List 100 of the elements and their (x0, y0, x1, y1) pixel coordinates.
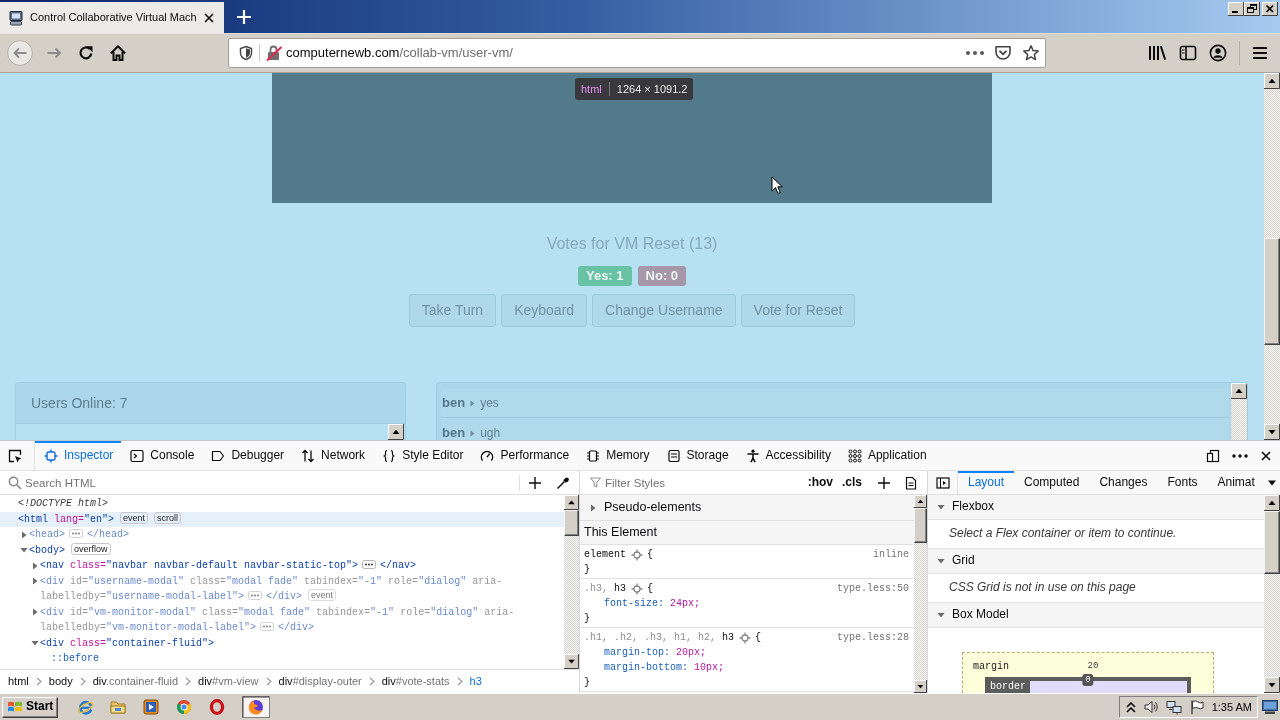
search-html-field[interactable]: Search HTML (22, 472, 515, 493)
css-value[interactable]: 24px; (670, 596, 701, 611)
caret-down-icon[interactable] (937, 503, 945, 511)
devtools-tab[interactable]: Performance (471, 441, 578, 470)
caret-right-icon[interactable] (19, 530, 28, 539)
browser-tab[interactable]: Control Collaborative Virtual Mach (0, 2, 224, 33)
address-bar[interactable]: computernewb.com/collab-vm/user-vm/ (228, 38, 1046, 68)
sidebar-tab[interactable]: Layout (958, 471, 1015, 494)
devtools-tab[interactable]: Console (121, 441, 203, 470)
node-badge[interactable]: overflow (71, 542, 111, 555)
speaker-icon[interactable] (1142, 699, 1159, 715)
node-markup[interactable]: <html lang="en"> (18, 513, 115, 525)
desktop-icon[interactable] (1262, 700, 1278, 714)
e-orbit-icon[interactable] (77, 699, 94, 715)
devtools-tab[interactable]: Accessibility (736, 441, 839, 470)
menu-icon[interactable] (1252, 46, 1268, 60)
document-icon[interactable] (905, 475, 917, 490)
vertical-scrollbar[interactable] (1264, 495, 1280, 693)
margin-top-value[interactable]: 20 (1087, 660, 1099, 673)
flag-icon[interactable] (1188, 699, 1205, 715)
scroll-down-icon[interactable] (1264, 677, 1280, 693)
bookmark-star-icon[interactable] (1022, 44, 1040, 62)
caret-down-icon[interactable] (30, 639, 39, 648)
node-badge[interactable]: event (308, 589, 337, 601)
breadcrumb[interactable]: div#vote-stats (376, 674, 455, 689)
breadcrumb[interactable]: div.container-fluid (87, 674, 184, 689)
more-icon[interactable] (1232, 453, 1248, 458)
folder-icon[interactable] (110, 699, 127, 715)
section-title[interactable]: Flexbox (952, 499, 995, 515)
home-icon[interactable] (109, 44, 127, 62)
rule-source[interactable]: type.less:28 (837, 630, 909, 645)
pseudo-elements-toggle[interactable]: Pseudo-elements (604, 499, 702, 516)
fox-globe-icon[interactable] (242, 696, 271, 718)
caret-right-icon[interactable] (30, 608, 39, 617)
scroll-down-icon[interactable] (914, 680, 927, 693)
rule-source[interactable]: type.less:50 (837, 581, 909, 596)
node-badge[interactable]: scroll (154, 511, 182, 524)
toggle-button[interactable]: :hov (804, 474, 836, 491)
start-button[interactable]: Start (2, 696, 59, 718)
scrollbar-thumb[interactable] (1264, 238, 1280, 345)
css-value[interactable]: 20px; (676, 645, 707, 660)
eyedropper-icon[interactable] (556, 475, 570, 490)
border-top-value[interactable]: 0 (1082, 674, 1094, 686)
scroll-up-icon[interactable] (1264, 495, 1280, 511)
plus-icon[interactable] (528, 475, 542, 490)
caret-right-icon[interactable] (30, 561, 39, 570)
pocket-icon[interactable] (994, 44, 1012, 62)
filter-styles-field[interactable]: Filter Styles (602, 472, 805, 493)
node-markup[interactable]: <div class="container-fluid"> (40, 637, 215, 649)
node-markup[interactable]: <div id="username-modal" class="modal fade" tabindex="-1" role="dialog" aria- (40, 575, 503, 587)
close-icon[interactable] (202, 11, 215, 24)
play-icon[interactable] (143, 699, 160, 715)
sidebar-tab[interactable]: Animat (1207, 471, 1265, 494)
restore-icon[interactable] (1244, 2, 1260, 16)
node-markup[interactable]: <div id="vm-monitor-modal" class="modal fade" tabindex="-1" role="dialog" aria- (40, 606, 515, 618)
vertical-scrollbar[interactable] (564, 495, 579, 669)
more-actions-icon[interactable] (965, 50, 985, 56)
reload-icon[interactable] (77, 44, 95, 62)
ring-icon[interactable] (209, 699, 226, 715)
scroll-down-icon[interactable] (1264, 424, 1280, 440)
element-picker-icon[interactable] (8, 448, 22, 463)
node-markup[interactable]: labelledby="username-modal-label"> (40, 591, 245, 602)
caret-down-icon[interactable] (937, 611, 945, 619)
section-title[interactable]: Box Model (952, 607, 1009, 623)
node-badge[interactable]: event (120, 511, 149, 524)
breadcrumb[interactable]: html (3, 674, 34, 689)
network-icon[interactable] (1165, 699, 1182, 715)
close-icon[interactable] (1262, 2, 1278, 16)
sidebar-tab[interactable]: Computed (1014, 471, 1090, 494)
breadcrumb[interactable]: div#vm-view (193, 674, 264, 689)
devtools-tab[interactable]: Network (292, 441, 374, 470)
sidebar-tab[interactable]: Changes (1089, 471, 1158, 494)
scroll-up-icon[interactable] (1231, 383, 1247, 399)
caret-right-icon[interactable] (589, 503, 597, 512)
dock-side-icon[interactable] (1206, 448, 1220, 463)
node-markup[interactable]: <body> (29, 544, 65, 556)
node-markup[interactable]: <!DOCTYPE html> (18, 498, 108, 509)
caret-down-icon[interactable] (937, 557, 945, 565)
sidebar-icon[interactable] (1179, 44, 1197, 62)
crosshair-icon[interactable] (631, 548, 643, 561)
breadcrumb[interactable]: div#display-outer (273, 674, 367, 689)
css-value[interactable]: 10px; (694, 660, 725, 675)
shield-icon[interactable] (238, 45, 254, 61)
node-markup[interactable]: ::before (51, 653, 99, 664)
css-property[interactable]: margin-bottom: (604, 660, 688, 675)
insecure-lock-icon[interactable] (265, 44, 283, 62)
vertical-scrollbar[interactable] (1264, 73, 1280, 440)
caret-right-icon[interactable] (30, 577, 39, 586)
node-markup[interactable]: <head> (29, 529, 65, 540)
vertical-scrollbar[interactable] (1231, 383, 1247, 440)
scrollbar-thumb[interactable] (1264, 511, 1280, 574)
caret-down-icon[interactable] (19, 546, 28, 555)
css-property[interactable]: margin-top: (604, 645, 670, 660)
scrollbar-thumb[interactable] (914, 508, 927, 543)
breadcrumb[interactable]: body (43, 674, 78, 689)
devtools-tab[interactable]: Inspector (35, 441, 122, 470)
sidebar-tab[interactable]: Fonts (1157, 471, 1208, 494)
scroll-up-icon[interactable] (914, 495, 927, 508)
scroll-up-icon[interactable] (1264, 73, 1280, 89)
dropdown-arrow-icon[interactable] (1268, 479, 1276, 486)
